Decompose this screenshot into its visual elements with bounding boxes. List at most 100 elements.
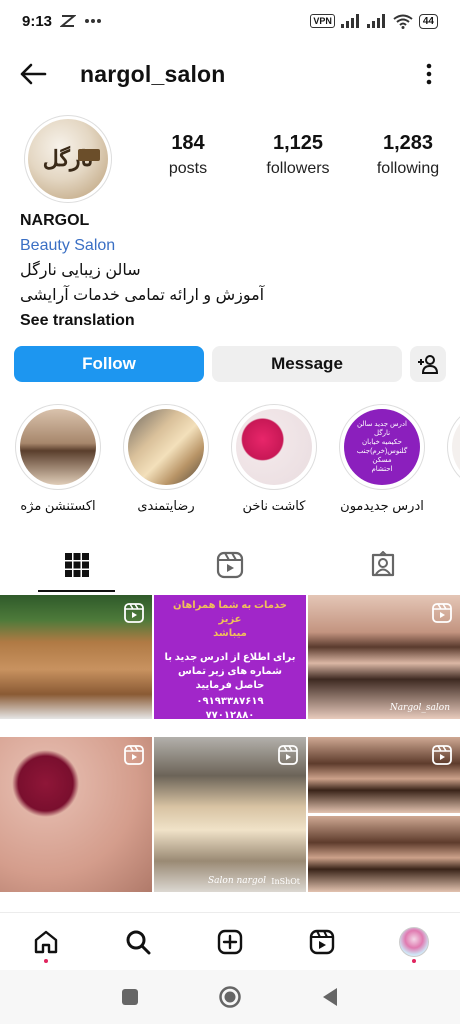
story-highlights: اکستنشن مژه رضایتمندی کاشت ناخن ادرس جدی…: [0, 404, 460, 522]
address-line: احتشام: [371, 466, 393, 473]
avatar-logo-stamp: [78, 149, 100, 161]
stat-followers[interactable]: 1,125 followers: [258, 132, 338, 178]
tab-tagged[interactable]: [307, 538, 460, 592]
post-watermark: Nargol_salon: [389, 703, 450, 713]
stat-posts-count: 184: [171, 132, 205, 154]
bio-line-1: سالن زیبایی نارگل: [20, 262, 141, 279]
highlight-eyelash-extension[interactable]: اکستنشن مژه: [12, 404, 104, 514]
post-announcement-phone-1: ۰۹۱۹۳۳۸۷۶۱۹: [196, 696, 264, 707]
highlight-label: ادرس جدیدمون: [340, 498, 424, 513]
stat-followers-label: followers: [266, 160, 330, 177]
search-icon: [126, 930, 151, 954]
stat-followers-count: 1,125: [272, 132, 324, 154]
stat-following-count: 1,283: [382, 132, 434, 154]
highlight-ring: [231, 404, 317, 490]
circle-icon: [219, 986, 241, 1008]
create-icon: [217, 929, 243, 954]
highlight-label: رضایتمندی: [137, 498, 195, 513]
home-icon: [34, 930, 58, 953]
follow-button[interactable]: Follow: [14, 346, 204, 382]
post-watermark-tag: InShOt: [271, 877, 300, 886]
post-announcement-phone-2: ۷۷۰۱۲۸۸۰: [205, 710, 255, 719]
bio-line-2: آموزش و ارائه تمامی خدمات آرایشی: [20, 287, 265, 304]
status-time: 9:13: [22, 12, 53, 30]
nav-home[interactable]: [23, 919, 69, 965]
recent-apps-button[interactable]: [110, 977, 150, 1017]
message-button[interactable]: Message: [212, 346, 402, 382]
post-thumbnail-hair-color[interactable]: Salon nargol InShOt: [154, 737, 306, 892]
highlight-hair-image: [128, 409, 204, 485]
vpn-badge: VPN: [310, 14, 335, 28]
highlight-ring: [123, 404, 209, 490]
highlight-testimonials[interactable]: رضایتمندی: [120, 404, 212, 514]
back-system-button[interactable]: [310, 977, 350, 1017]
post-announcement-body: برای اطلاع از ادرس جدید با شماره های زیر…: [164, 652, 296, 691]
stat-posts-label: posts: [168, 160, 208, 177]
status-bar: 9:13 VPN 44: [0, 0, 460, 42]
reel-badge-icon: [432, 603, 452, 623]
nav-profile[interactable]: [391, 919, 437, 965]
post-thumbnail-hair[interactable]: [0, 595, 152, 719]
reel-badge-icon: [432, 745, 452, 765]
stat-posts[interactable]: 184 posts: [148, 132, 228, 178]
profile-username: nargol_salon: [80, 60, 226, 87]
reel-badge-icon: [124, 603, 144, 623]
notification-app-icon: [60, 15, 77, 27]
nav-create[interactable]: [207, 919, 253, 965]
more-notifications-icon: [85, 19, 102, 23]
profile-actions: Follow Message: [14, 346, 448, 382]
highlight-eyelash-image: [20, 409, 96, 485]
highlight-partial[interactable]: [444, 404, 460, 490]
nav-reels[interactable]: [299, 919, 345, 965]
post-announcement-heading: خدمات به شما همراهان عزیز: [173, 600, 287, 625]
highlight-label: کاشت ناخن: [242, 498, 306, 513]
suggested-accounts-button[interactable]: [410, 346, 446, 382]
highlight-ring: [447, 404, 460, 490]
profile-category[interactable]: Beauty Salon: [20, 233, 440, 258]
tagged-icon: [372, 551, 395, 577]
post-thumbnail-brows[interactable]: [308, 737, 460, 892]
posts-grid: خدمات به شما همراهان عزیز میباشد برای اط…: [0, 595, 460, 907]
back-button[interactable]: [16, 57, 50, 91]
see-translation-link[interactable]: See translation: [20, 308, 440, 333]
reels-icon: [216, 551, 244, 579]
home-system-button[interactable]: [210, 977, 250, 1017]
highlight-ring: ادرس جدید سالن نارگل حکیمیه خیابان گلنوس…: [339, 404, 425, 490]
nav-search[interactable]: [115, 919, 161, 965]
avatar-image: نارگل: [28, 119, 108, 199]
highlight-address-image: ادرس جدید سالن نارگل حکیمیه خیابان گلنوس…: [344, 409, 420, 485]
profile-stats: 184 posts 1,125 followers 1,283 followin…: [148, 132, 448, 178]
tab-reels[interactable]: [153, 538, 306, 592]
tab-posts-grid[interactable]: [0, 538, 153, 592]
bottom-navigation: [0, 912, 460, 970]
triangle-back-icon: [323, 988, 337, 1006]
highlight-label: اکستنشن مژه: [20, 498, 96, 513]
back-arrow-icon: [20, 63, 47, 85]
battery-indicator: 44: [418, 13, 438, 29]
highlight-partial-image: [452, 409, 460, 485]
nav-profile-avatar: [399, 926, 429, 957]
post-watermark: Salon nargol: [207, 876, 266, 886]
grid-icon: [64, 553, 89, 577]
post-thumbnail-eyebrow[interactable]: Nargol_salon: [308, 595, 460, 719]
highlight-new-address[interactable]: ادرس جدید سالن نارگل حکیمیه خیابان گلنوس…: [336, 404, 428, 514]
post-thumbnail-nails[interactable]: [0, 737, 152, 892]
more-options-button[interactable]: [414, 57, 444, 91]
profile-content-tabs: [0, 538, 460, 592]
highlight-ring: [15, 404, 101, 490]
profile-avatar[interactable]: نارگل: [24, 115, 112, 203]
post-brow-image-bottom: [308, 816, 460, 892]
highlight-nails-image: [236, 409, 312, 485]
reel-badge-icon: [278, 745, 298, 765]
stat-following[interactable]: 1,283 following: [368, 132, 448, 178]
signal-icon: [340, 14, 359, 28]
post-thumbnail-announcement[interactable]: خدمات به شما همراهان عزیز میباشد برای اط…: [154, 595, 306, 719]
post-announcement-heading-2: میباشد: [213, 628, 247, 639]
profile-bio: NARGOL Beauty Salon سالن زیبایی نارگل آم…: [20, 208, 440, 333]
address-line: ادرس جدید سالن نارگل: [357, 421, 407, 437]
home-notification-dot: [44, 958, 48, 963]
system-navigation-bar: [0, 970, 460, 1024]
reel-badge-icon: [124, 745, 144, 765]
highlight-nail-implant[interactable]: کاشت ناخن: [228, 404, 320, 514]
profile-notification-dot: [412, 958, 416, 963]
